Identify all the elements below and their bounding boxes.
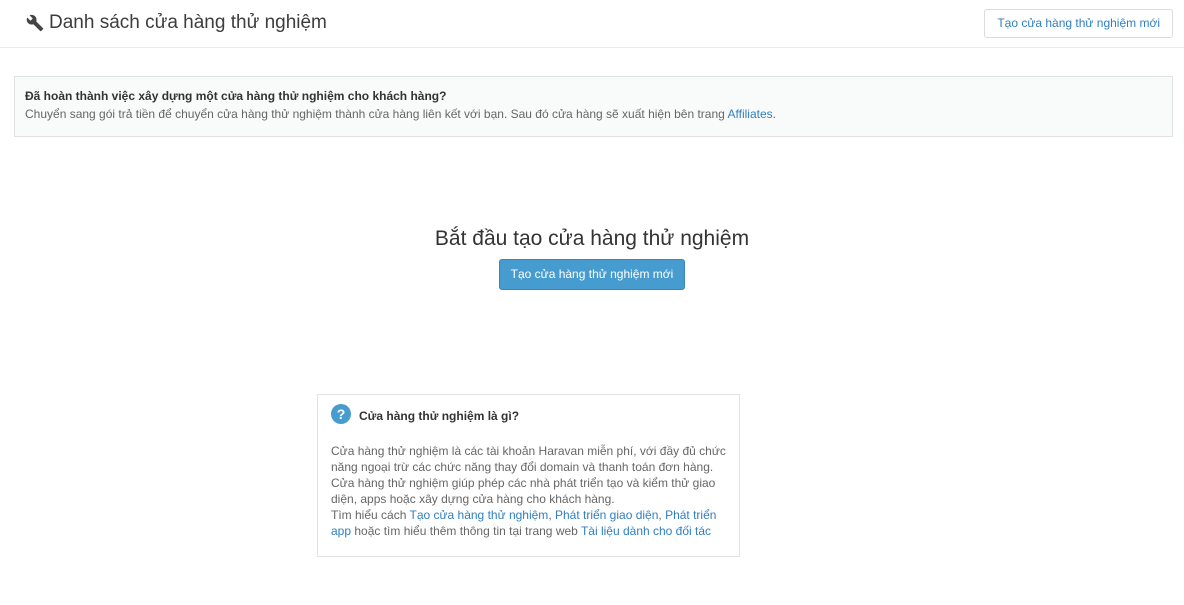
- create-test-store-button[interactable]: Tạo cửa hàng thử nghiệm mới: [498, 259, 686, 290]
- affiliates-link[interactable]: Affiliates: [727, 107, 772, 121]
- help-learn-prefix: Tìm hiểu cách: [331, 508, 410, 522]
- notice-text: Chuyển sang gói trả tiền để chuyển cửa h…: [25, 106, 1162, 122]
- empty-state: Bắt đầu tạo cửa hàng thử nghiệm Tạo cửa …: [0, 224, 1184, 290]
- page-header: Danh sách cửa hàng thử nghiệm Tạo cửa hà…: [0, 0, 1184, 48]
- help-title: Cửa hàng thử nghiệm là gì?: [359, 409, 520, 423]
- partner-docs-link[interactable]: Tài liệu dành cho đối tác: [581, 524, 711, 538]
- page-title-group: Danh sách cửa hàng thử nghiệm: [26, 11, 327, 35]
- question-icon: ?: [331, 404, 351, 424]
- help-sep: ,: [548, 508, 555, 522]
- create-test-store-link[interactable]: Tạo cửa hàng thử nghiệm: [409, 508, 548, 522]
- help-description: Cửa hàng thử nghiệm là các tài khoản Har…: [331, 444, 726, 506]
- help-learn-middle: hoặc tìm hiểu thêm thông tin tại trang w…: [351, 524, 581, 538]
- empty-state-heading: Bắt đầu tạo cửa hàng thử nghiệm: [434, 227, 750, 250]
- theme-development-link[interactable]: Phát triển giao diện: [555, 508, 658, 522]
- help-body: Cửa hàng thử nghiệm là các tài khoản Har…: [331, 443, 726, 539]
- help-box: ? Cửa hàng thử nghiệm là gì? Cửa hàng th…: [317, 394, 740, 557]
- help-header: ? Cửa hàng thử nghiệm là gì?: [331, 404, 726, 424]
- notice-period: .: [772, 107, 776, 121]
- info-notice: Đã hoàn thành việc xây dựng một cửa hàng…: [14, 76, 1173, 137]
- page-title: Danh sách cửa hàng thử nghiệm: [49, 12, 327, 33]
- notice-title: Đã hoàn thành việc xây dựng một cửa hàng…: [25, 89, 447, 103]
- notice-body: Chuyển sang gói trả tiền để chuyển cửa h…: [25, 107, 728, 121]
- wrench-icon: [26, 14, 44, 32]
- create-test-store-button-header[interactable]: Tạo cửa hàng thử nghiệm mới: [984, 9, 1173, 38]
